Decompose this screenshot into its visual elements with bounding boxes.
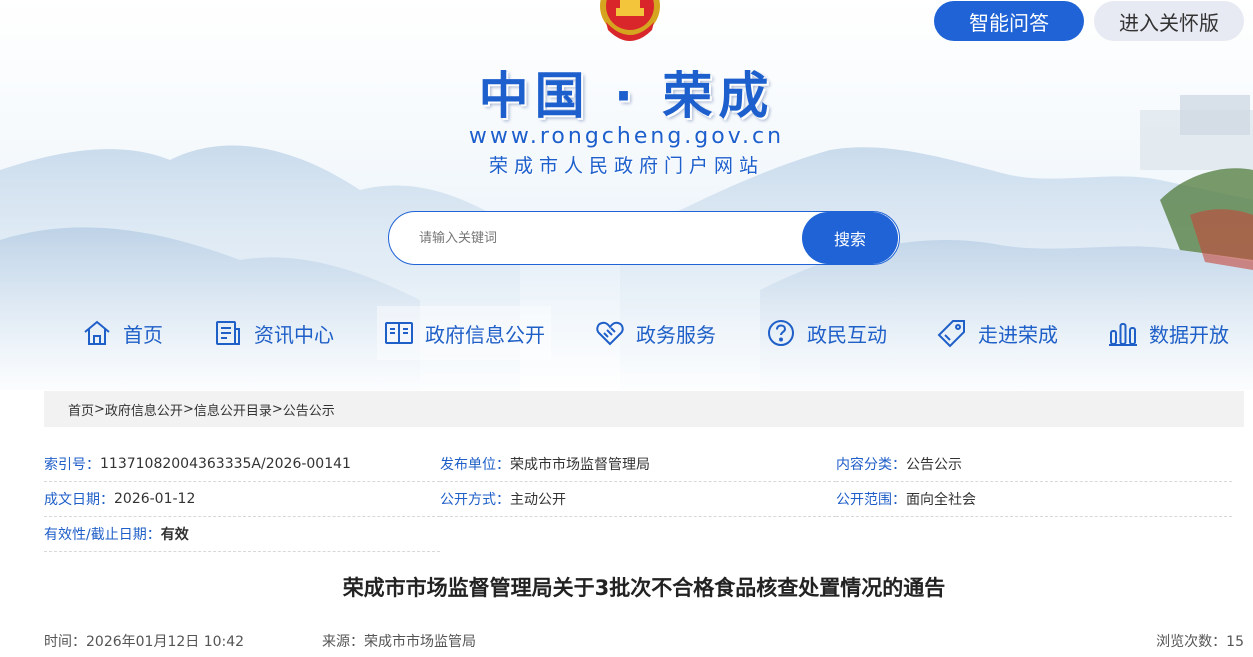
nav-item-label: 政务服务 [636,322,716,347]
tag-icon [937,320,965,348]
meta-row: 索引号： 11371082004363335A/2026-00141 发布单位：… [44,447,1244,482]
bar-chart-icon [1109,323,1137,346]
meta-scope: 公开范围： 面向全社会 [836,482,1232,517]
article-title: 荣成市市场监督管理局关于3批次不合格食品核查处置情况的通告 [342,576,946,600]
meta-category: 内容分类： 公告公示 [836,447,1232,482]
meta-row: 有效性/截止日期： 有效 [44,517,1244,552]
meta-index-no: 索引号： 11371082004363335A/2026-00141 [44,447,440,482]
site-subtitle: 荣成市人民政府门户网站 [488,155,764,177]
national-emblem-icon [600,0,660,41]
search-button[interactable]: 搜索 [802,212,898,264]
handshake-icon [596,321,624,346]
document-meta-table: 索引号： 11371082004363335A/2026-00141 发布单位：… [44,447,1244,552]
main-nav: 首页 资讯中心 政府信息公开 政务服务 政民互动 走进荣成 数据开放 [75,306,1235,360]
nav-item-services[interactable]: 政务服务 [588,306,722,360]
nav-item-label: 政民互动 [807,322,887,347]
nav-item-label: 首页 [123,322,163,347]
meta-value: 主动公开 [510,492,566,508]
breadcrumb-gov-info[interactable]: 政府信息公开 [105,400,183,419]
meta-value: 2026-01-12 [114,491,196,507]
nav-item-home[interactable]: 首页 [75,306,169,360]
nav-item-open-data[interactable]: 数据开放 [1101,306,1235,360]
meta-label: 成文日期： [44,492,114,508]
article-views: 浏览次数：15 [1156,634,1244,650]
nav-item-gov-info[interactable]: 政府信息公开 [377,306,551,360]
meta-label: 发布单位： [440,457,510,473]
meta-value: 荣成市市场监督管理局 [510,457,650,473]
breadcrumb-catalog[interactable]: 信息公开目录 [194,400,272,419]
meta-publisher: 发布单位： 荣成市市场监督管理局 [440,447,836,482]
nav-item-label: 政府信息公开 [425,322,545,347]
search-bar: 搜索 [388,211,900,265]
meta-label: 索引号： [44,457,100,473]
question-icon [768,320,794,346]
article-source: 来源：荣成市市场监管局 [322,634,476,650]
meta-value: 11371082004363335A/2026-00141 [100,456,351,472]
meta-label: 有效性/截止日期： [44,527,161,543]
nav-item-about[interactable]: 走进荣成 [930,306,1064,360]
meta-method: 公开方式： 主动公开 [440,482,836,517]
search-input[interactable] [389,212,802,264]
care-mode-button[interactable]: 进入关怀版 [1094,1,1244,41]
nav-item-news[interactable]: 资讯中心 [206,306,340,360]
site-title: 中国 · 荣成 [478,67,775,125]
nav-item-label: 数据开放 [1149,322,1229,347]
article-time: 时间：2026年01月12日 10:42 [44,634,245,650]
breadcrumb: 首页 > 政府信息公开 > 信息公开目录 > 公告公示 [44,391,1244,427]
breadcrumb-separator: > [271,401,283,417]
meta-value: 公告公示 [906,457,962,473]
ai-qa-button[interactable]: 智能问答 [934,1,1084,41]
home-icon [84,320,110,345]
site-url: www.rongcheng.gov.cn [468,124,785,149]
meta-label: 公开方式： [440,492,510,508]
meta-label: 公开范围： [836,492,906,508]
meta-row: 成文日期： 2026-01-12 公开方式： 主动公开 公开范围： 面向全社会 [44,482,1244,517]
nav-item-interaction[interactable]: 政民互动 [759,306,893,360]
news-icon [216,321,240,345]
meta-value: 面向全社会 [906,492,976,508]
meta-value: 有效 [160,527,189,543]
meta-validity: 有效性/截止日期： 有效 [44,517,440,552]
breadcrumb-notices[interactable]: 公告公示 [283,400,335,419]
article-info-bar: 时间：2026年01月12日 10:42 来源：荣成市市场监管局 浏览次数：15 [44,631,1244,651]
book-icon [385,322,413,344]
nav-item-label: 资讯中心 [254,322,334,347]
meta-date: 成文日期： 2026-01-12 [44,482,440,517]
breadcrumb-separator: > [182,401,194,417]
breadcrumb-home[interactable]: 首页 [68,400,94,419]
nav-item-label: 走进荣成 [978,322,1058,347]
meta-label: 内容分类： [836,457,906,473]
breadcrumb-separator: > [94,401,105,417]
